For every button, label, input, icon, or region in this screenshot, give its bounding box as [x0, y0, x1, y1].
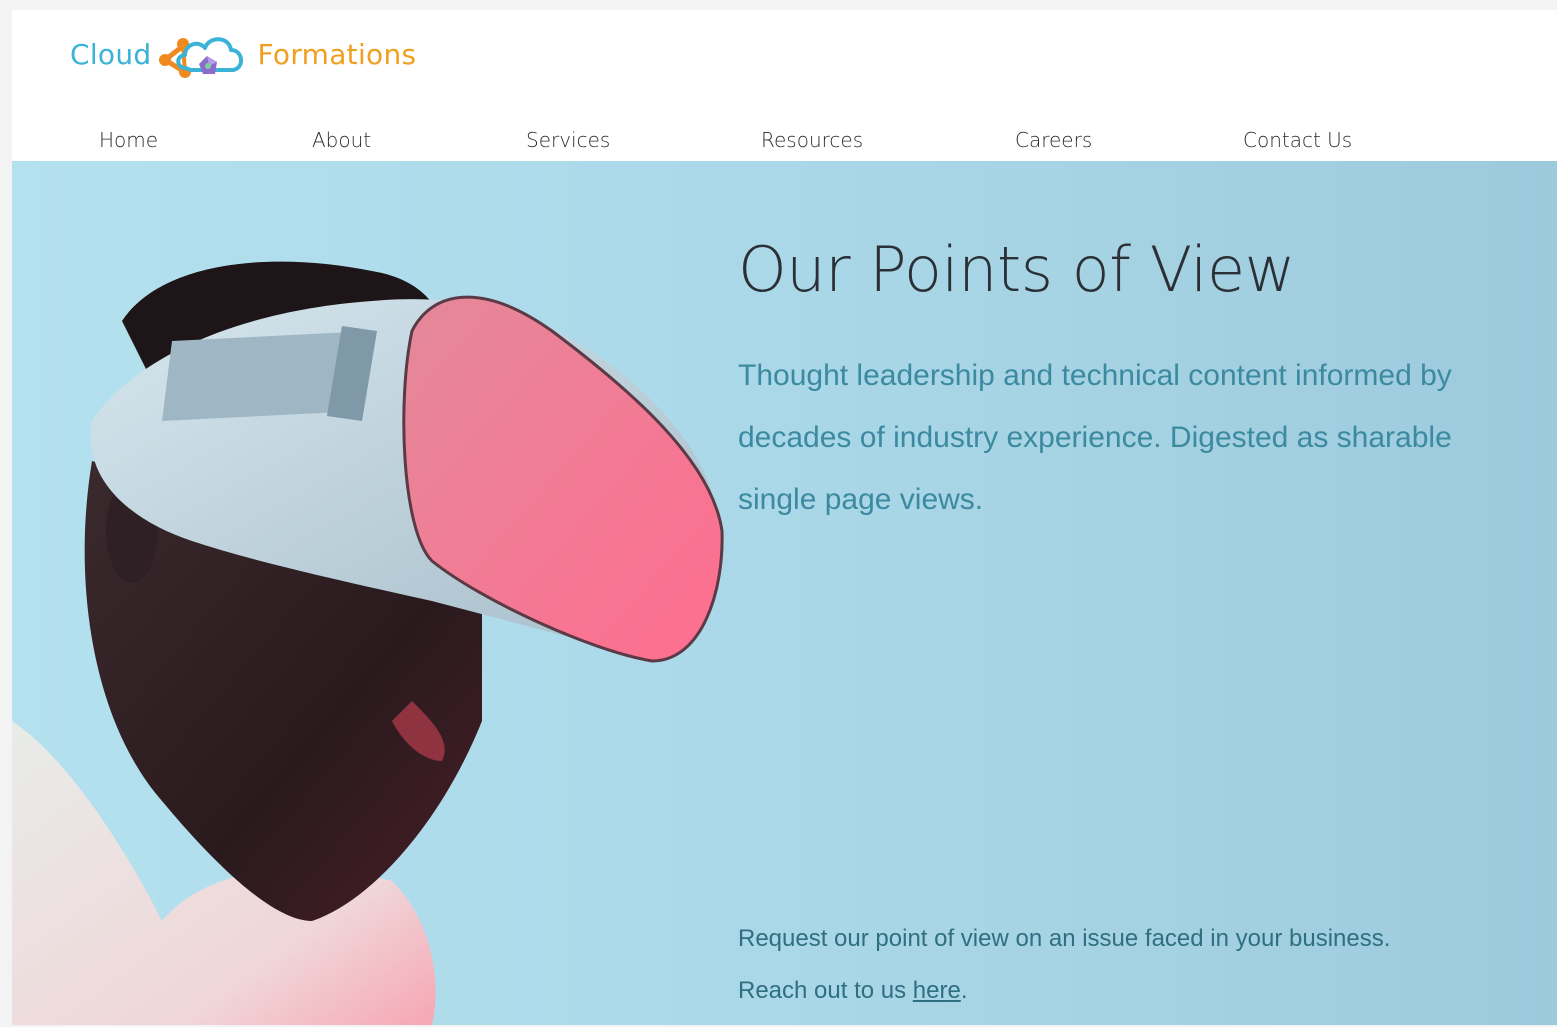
site-header: Cloud Formations Home About Services Res… [12, 10, 1557, 161]
hero-subtitle: Thought leadership and technical content… [738, 359, 1452, 516]
page: Cloud Formations Home About Services Res… [12, 10, 1557, 1025]
main-nav: Home About Services Resources Careers Co… [12, 128, 1557, 161]
logo-word-cloud: Cloud [70, 37, 152, 71]
cta-reach-out-text: Reach out to us [738, 977, 913, 1004]
nav-item-contact-us[interactable]: Contact Us [1243, 128, 1352, 152]
hero-section: Our Points of View Thought leadership an… [12, 161, 1557, 1025]
page-title: Our Points of View [738, 233, 1295, 306]
cta-period: . [960, 977, 968, 1004]
nav-item-resources[interactable]: Resources [761, 128, 863, 152]
cloud-network-icon [159, 37, 244, 78]
person-wearing-vr-headset-photo [12, 261, 724, 1025]
cta-request-text: Request our point of view on an issue fa… [738, 925, 1391, 952]
cta-here-link[interactable]: here [913, 977, 961, 1004]
nav-item-careers[interactable]: Careers [1015, 128, 1092, 152]
nav-item-about[interactable]: About [312, 128, 371, 152]
nav-item-home[interactable]: Home [99, 128, 158, 152]
logo[interactable]: Cloud Formations [70, 24, 416, 84]
hero-cta: Request our point of view on an issue fa… [738, 913, 1518, 1017]
logo-word-formations: Formations [257, 37, 417, 71]
nav-item-services[interactable]: Services [526, 128, 610, 152]
cta-reach-out-line: Reach out to us here. [738, 965, 1518, 1017]
